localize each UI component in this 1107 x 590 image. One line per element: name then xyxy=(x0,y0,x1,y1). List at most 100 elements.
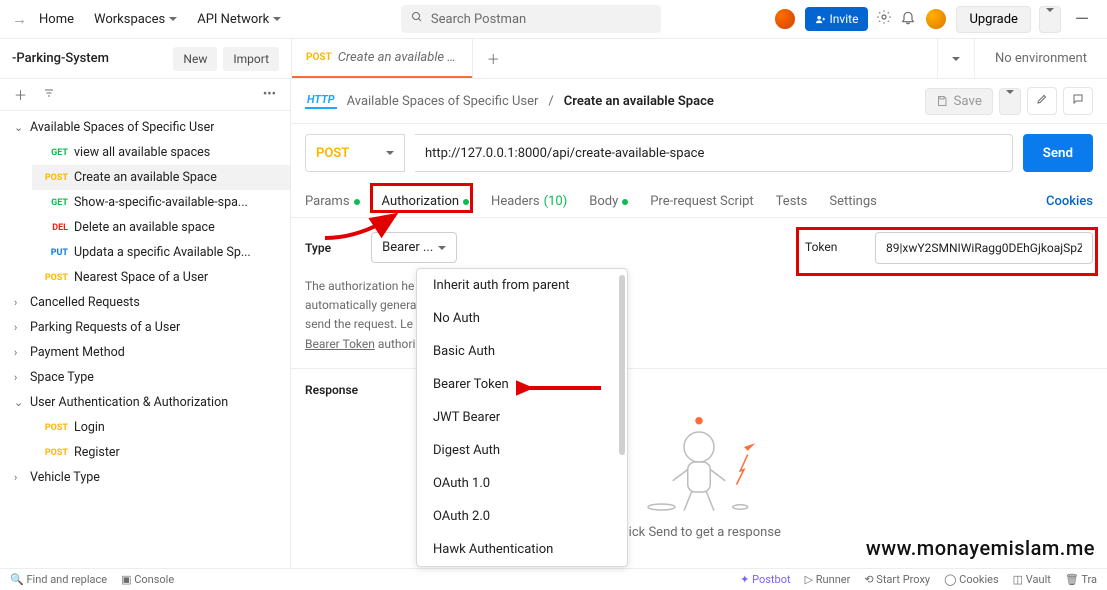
sidebar-folder[interactable]: ›Payment Method xyxy=(0,340,290,365)
tab-headers[interactable]: Headers(10) xyxy=(491,186,567,217)
breadcrumb-current: Create an available Space xyxy=(564,94,714,109)
chevron-down-icon xyxy=(952,57,960,61)
workspaces-dropdown[interactable]: Workspaces xyxy=(86,6,185,33)
sidebar-request-item[interactable]: POSTLogin xyxy=(32,415,290,440)
chevron-down-icon xyxy=(169,17,177,21)
add-icon[interactable]: ＋ xyxy=(14,85,27,104)
sidebar-folder[interactable]: ›Cancelled Requests xyxy=(0,290,290,315)
auth-menu-item[interactable]: OAuth 2.0 xyxy=(417,500,627,533)
auth-menu-item[interactable]: Basic Auth xyxy=(417,335,627,368)
auth-menu-item[interactable]: No Auth xyxy=(417,302,627,335)
vault-label: Vault xyxy=(1026,573,1051,586)
auth-menu-item[interactable]: Digest Auth xyxy=(417,434,627,467)
notifications-icon[interactable] xyxy=(900,9,916,29)
cookies-link[interactable]: Cookies xyxy=(1046,194,1093,209)
sidebar-folder[interactable]: ⌄User Authentication & Authorization xyxy=(0,390,290,415)
api-network-dropdown[interactable]: API Network xyxy=(189,6,289,33)
tab-auth-label: Authorization xyxy=(382,194,460,209)
auth-type-dropdown[interactable]: Bearer ... xyxy=(371,232,457,263)
url-input[interactable] xyxy=(415,134,1013,172)
sidebar-folder[interactable]: ›Space Type xyxy=(0,365,290,390)
tab-body[interactable]: Body xyxy=(589,186,628,217)
chevron-down-icon xyxy=(1006,90,1014,109)
cookies-button[interactable]: ◯ Cookies xyxy=(944,573,999,586)
sidebar-request-item[interactable]: POSTCreate an available Space xyxy=(32,165,290,190)
filter-icon[interactable] xyxy=(43,87,55,103)
upgrade-caret[interactable] xyxy=(1039,6,1061,33)
tab-body-label: Body xyxy=(589,194,618,209)
auth-menu-item[interactable]: JWT Bearer xyxy=(417,401,627,434)
tab-prerequest[interactable]: Pre-request Script xyxy=(650,186,753,217)
send-label: Send xyxy=(1043,146,1073,161)
request-label: Create an available Space xyxy=(74,170,217,185)
runner-button[interactable]: ▷ Runner xyxy=(805,573,851,586)
environment-selector[interactable]: No environment xyxy=(974,39,1107,78)
send-button[interactable]: Send xyxy=(1023,134,1093,172)
import-button[interactable]: Import xyxy=(223,47,279,71)
workspaces-label: Workspaces xyxy=(94,12,165,27)
upgrade-button[interactable]: Upgrade xyxy=(956,6,1030,33)
sidebar-folder[interactable]: ›Parking Requests of a User xyxy=(0,315,290,340)
tab-params[interactable]: Params xyxy=(305,186,360,217)
team-avatar[interactable] xyxy=(773,7,797,31)
console-button[interactable]: ▣ Console xyxy=(121,573,174,586)
tab-settings-label: Settings xyxy=(829,194,876,209)
sidebar-request-item[interactable]: DELDelete an available space xyxy=(32,215,290,240)
new-button[interactable]: New xyxy=(173,47,217,71)
tab-tests[interactable]: Tests xyxy=(776,186,808,217)
auth-menu-item[interactable]: Inherit auth from parent xyxy=(417,269,627,302)
tab-add[interactable]: ＋ xyxy=(472,39,514,78)
sidebar-request-item[interactable]: POSTNearest Space of a User xyxy=(32,265,290,290)
auth-menu-item[interactable]: Hawk Authentication xyxy=(417,533,627,566)
request-tab[interactable]: POST Create an available Space xyxy=(292,39,472,78)
token-input[interactable] xyxy=(875,232,1093,264)
user-avatar[interactable] xyxy=(924,7,948,31)
auth-menu-item[interactable]: OAuth 1.0 xyxy=(417,467,627,500)
home-button[interactable]: Home xyxy=(31,6,82,33)
no-env-label: No environment xyxy=(995,51,1087,66)
tab-settings[interactable]: Settings xyxy=(829,186,876,217)
vault-button[interactable]: ◫ Vault xyxy=(1013,573,1051,586)
sidebar-folder[interactable]: ›Vehicle Type xyxy=(0,465,290,490)
active-dot-icon xyxy=(463,199,469,205)
tab-title: Create an available Space xyxy=(338,50,458,65)
startproxy-button[interactable]: ⟲ Start Proxy xyxy=(864,573,930,586)
auth-type-label: Type xyxy=(305,241,331,255)
global-search[interactable]: Search Postman xyxy=(401,5,661,33)
search-icon xyxy=(411,11,423,27)
edit-icon[interactable] xyxy=(1027,87,1057,115)
sidebar-request-item[interactable]: GETview all available spaces xyxy=(32,140,290,165)
active-dot-icon xyxy=(622,199,628,205)
minimize-icon[interactable]: — xyxy=(1069,9,1095,30)
trash-button[interactable]: 🗑 Tra xyxy=(1065,573,1097,586)
tab-prerequest-label: Pre-request Script xyxy=(650,194,753,209)
request-label: Updata a specific Available Sp... xyxy=(74,245,251,260)
chevron-icon: › xyxy=(14,296,24,309)
save-label: Save xyxy=(953,94,982,109)
settings-icon[interactable] xyxy=(876,9,892,29)
auth-help-link[interactable]: Bearer Token xyxy=(305,337,375,351)
auth-menu-item[interactable]: Bearer Token xyxy=(417,368,627,401)
sidebar-request-item[interactable]: POSTRegister xyxy=(32,440,290,465)
sidebar-folder[interactable]: ⌄Available Spaces of Specific User xyxy=(0,115,290,140)
invite-button[interactable]: Invite xyxy=(805,7,869,31)
save-caret[interactable] xyxy=(999,88,1021,115)
token-label: Token xyxy=(805,240,855,254)
console-label: Console xyxy=(134,573,174,586)
find-replace-button[interactable]: 🔍 Find and replace xyxy=(10,573,107,586)
http-method-dropdown[interactable]: POST xyxy=(305,134,405,172)
tab-overflow[interactable] xyxy=(937,39,974,78)
sidebar-request-item[interactable]: GETShow-a-specific-available-spa... xyxy=(32,190,290,215)
scrollbar[interactable] xyxy=(619,275,625,455)
tab-authorization[interactable]: Authorization xyxy=(382,186,470,217)
comment-icon[interactable] xyxy=(1063,87,1093,115)
request-label: Nearest Space of a User xyxy=(74,270,208,285)
save-button[interactable]: Save xyxy=(925,88,993,115)
sidebar-request-item[interactable]: PUTUpdata a specific Available Sp... xyxy=(32,240,290,265)
nav-forward-icon[interactable]: → xyxy=(12,10,27,28)
breadcrumb-parent[interactable]: Available Spaces of Specific User xyxy=(347,94,539,109)
more-icon[interactable]: ••• xyxy=(263,87,276,102)
postbot-button[interactable]: ✦ Postbot xyxy=(740,573,790,586)
api-network-label: API Network xyxy=(197,12,269,27)
chevron-icon: › xyxy=(14,371,24,384)
